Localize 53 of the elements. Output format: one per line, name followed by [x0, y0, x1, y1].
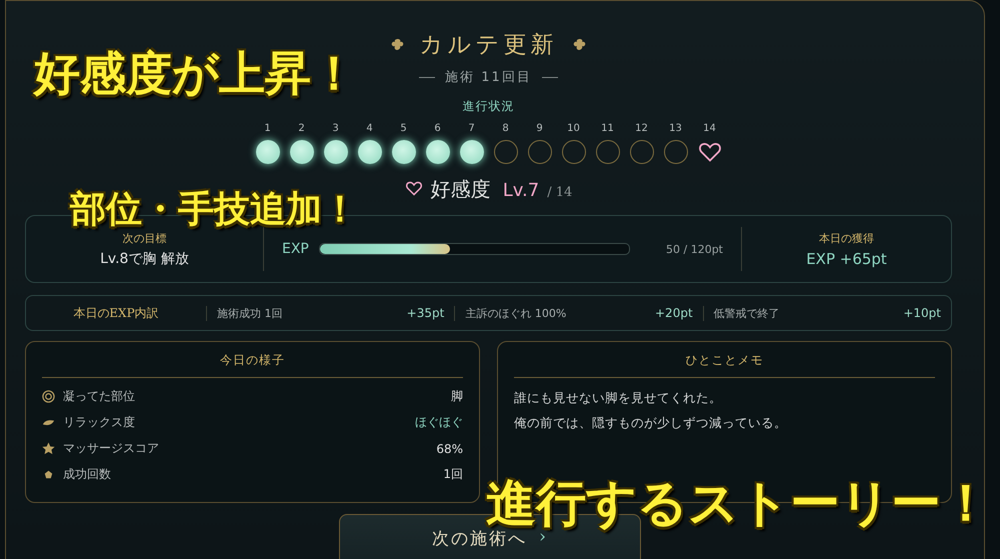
goal-value: Lv.8で胸 解放: [100, 250, 189, 268]
breakdown-value: +20pt: [655, 306, 693, 320]
condition-value: 脚: [451, 388, 463, 405]
promo-caption: 部位・手技追加！: [70, 192, 358, 228]
step-number: 8: [502, 123, 509, 134]
screen-title: カルテ更新: [420, 31, 558, 60]
gain-label: 本日の獲得: [819, 230, 874, 246]
breakdown-value: +35pt: [406, 306, 444, 320]
heart-icon: [404, 180, 423, 196]
step-number: 13: [669, 123, 682, 134]
affection-label: 好感度: [430, 176, 491, 203]
step-number: 3: [332, 123, 339, 134]
condition-label: リラックス度: [63, 414, 135, 431]
flourish-icon: [390, 36, 406, 52]
goal-label: 次の目標: [122, 230, 166, 246]
condition-value: ほぐほぐ: [415, 414, 463, 431]
step-number: 4: [366, 123, 373, 134]
condition-label: マッサージスコア: [63, 440, 159, 457]
step-number: 1: [264, 123, 271, 134]
condition-label: 成功回数: [63, 466, 111, 483]
breakdown-value: +10pt: [903, 306, 941, 320]
flourish-icon: [572, 36, 588, 52]
gain-value: EXP +65pt: [806, 250, 887, 268]
breakdown-label: 低警戒で終了: [714, 306, 780, 320]
step-number: 5: [400, 123, 407, 134]
step-number: 14: [703, 123, 716, 134]
step-number: 12: [635, 123, 648, 134]
condition-value: 68%: [436, 442, 463, 456]
step-number: 7: [468, 123, 475, 134]
step-number: 11: [601, 123, 614, 134]
memo-line: 誰にも見せない脚を見せてくれた。: [514, 390, 723, 407]
card-title: 今日の様子: [42, 352, 463, 378]
exp-reading: 50 / 120pt: [666, 242, 723, 256]
affection-level: Lv.7: [502, 180, 540, 201]
step-number: 9: [536, 123, 543, 134]
breakdown-label: 主訴のほぐれ 100%: [465, 306, 566, 320]
promo-caption: 好感度が上昇！: [34, 50, 357, 96]
condition-value: 1回: [443, 466, 463, 483]
step-number: 6: [434, 123, 441, 134]
card-title: ひとことメモ: [514, 352, 935, 378]
step-number: 2: [298, 123, 305, 134]
affection-max: / 14: [547, 185, 572, 200]
breakdown-label: 施術成功 1回: [217, 306, 282, 320]
star-icon: [42, 442, 55, 455]
target-icon: [42, 390, 55, 403]
condition-label: 凝ってた部位: [63, 388, 135, 405]
exp-label: EXP: [282, 241, 309, 257]
session-count: 施術 11回目: [445, 69, 532, 86]
breakdown-title: 本日のEXP内訳: [72, 304, 160, 322]
step-number: 10: [567, 123, 580, 134]
memo-line: 俺の前では、隠すものが少しずつ減っている。: [514, 415, 788, 432]
progress-label: 進行状況: [462, 98, 514, 115]
pentagon-icon: [42, 468, 55, 481]
